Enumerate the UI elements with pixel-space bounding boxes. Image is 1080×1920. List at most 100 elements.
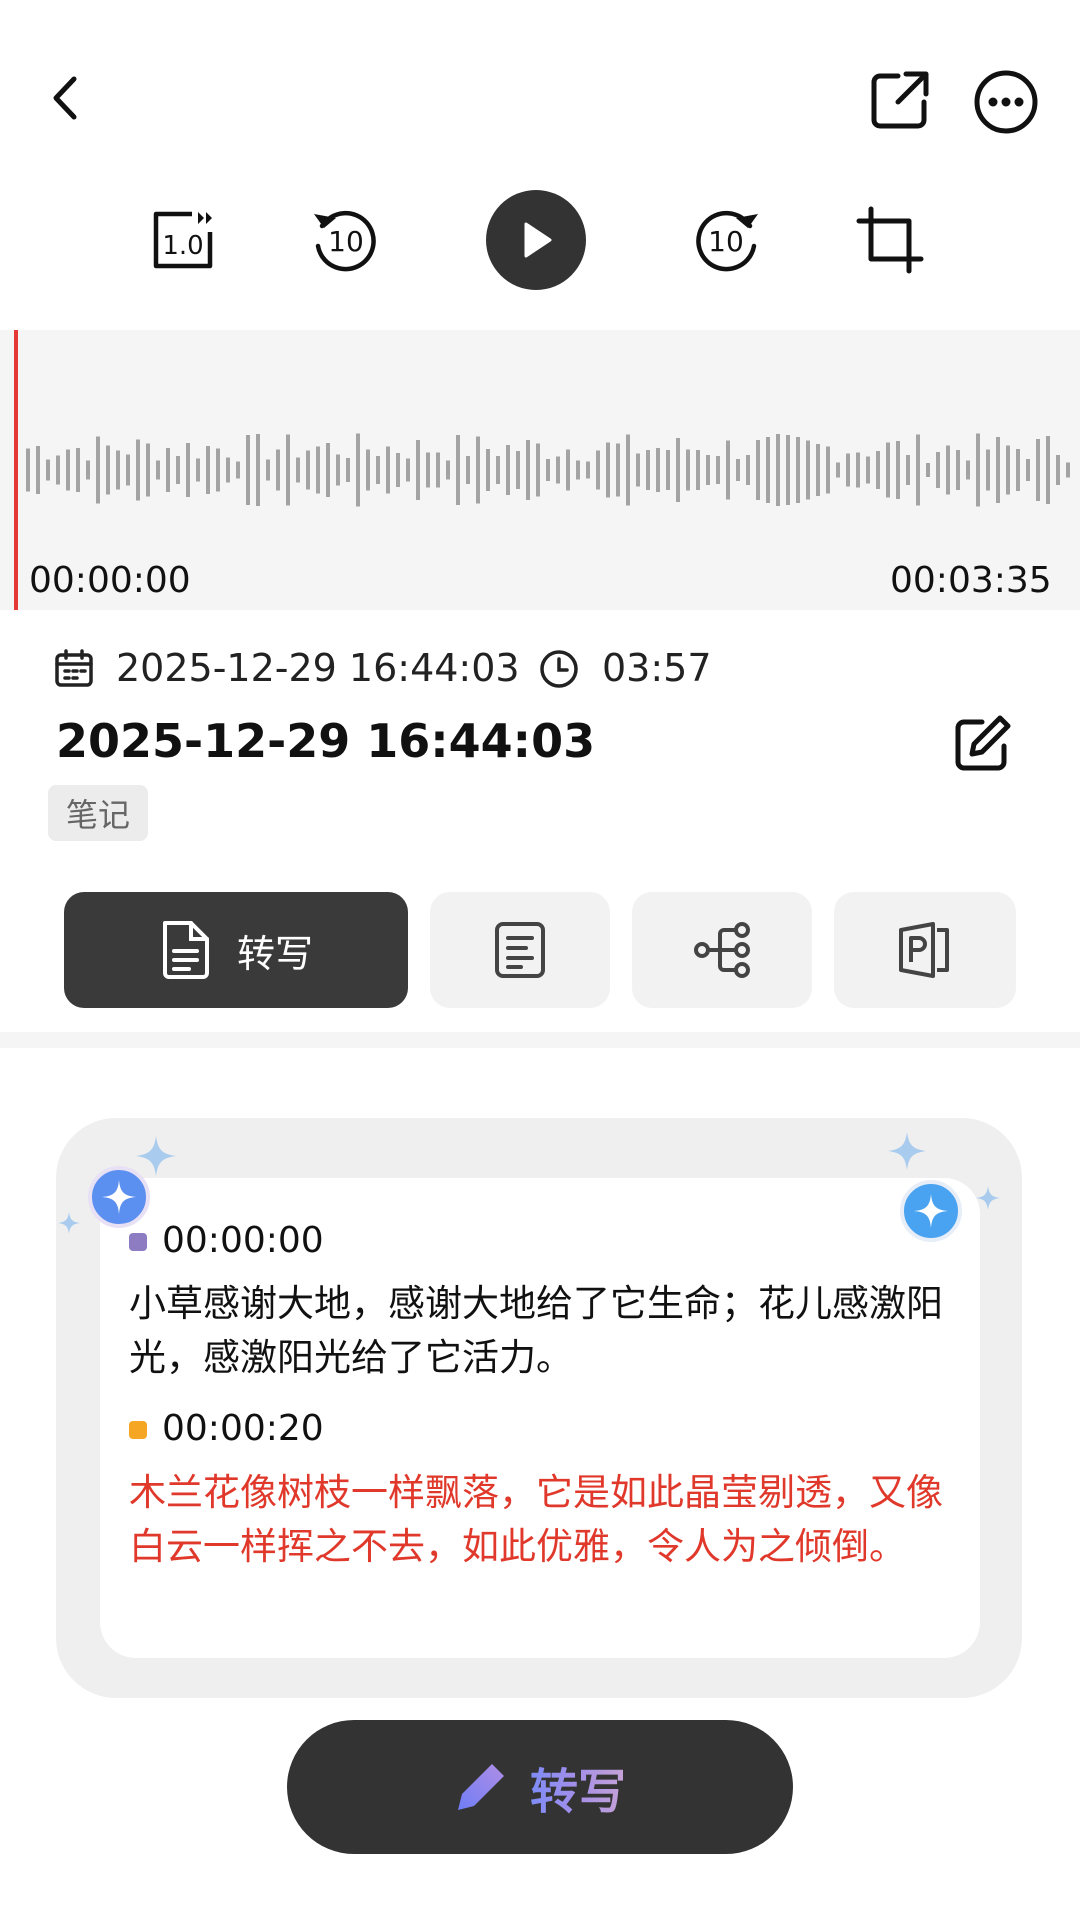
- forward-icon: 10: [696, 210, 758, 272]
- waveform-bar: [886, 442, 890, 498]
- waveform-bar: [416, 440, 420, 500]
- ai-badge-icon: [900, 1180, 962, 1242]
- waveform-bar: [256, 434, 260, 506]
- waveform-bar: [266, 459, 270, 481]
- waveform-bar: [1006, 445, 1010, 495]
- waveform-bar: [836, 462, 840, 478]
- play-icon: [524, 222, 552, 258]
- waveform-bar: [476, 436, 480, 504]
- crop-icon: [856, 206, 924, 274]
- waveform-bar: [196, 458, 200, 482]
- segment-time[interactable]: 00:00:20: [162, 1408, 324, 1449]
- segment-time[interactable]: 00:00:00: [162, 1220, 324, 1261]
- waveform-bar: [896, 441, 900, 499]
- waveform-bar: [376, 456, 380, 484]
- waveform-bar: [246, 435, 250, 505]
- waveform-bar: [436, 452, 440, 488]
- waveform-bar: [646, 450, 650, 490]
- waveform-bar: [156, 460, 160, 480]
- tab-summary[interactable]: [430, 892, 610, 1008]
- transcribe-button[interactable]: 转写: [287, 1720, 793, 1854]
- ai-badge-icon: [88, 1166, 150, 1228]
- rewind-10-button[interactable]: 10: [306, 202, 382, 278]
- waveform-bar: [326, 443, 330, 497]
- playhead[interactable]: [14, 330, 18, 610]
- waveform-bar: [336, 454, 340, 486]
- waveform-bar: [46, 459, 50, 481]
- record-datetime: 2025-12-29 16:44:03: [116, 646, 520, 690]
- waveform-bar: [906, 455, 910, 485]
- waveform-bar: [506, 445, 510, 495]
- time-end: 00:03:35: [890, 560, 1052, 601]
- rewind-label: 10: [328, 225, 364, 258]
- waveform-bar: [966, 460, 970, 480]
- waveform-bar: [486, 449, 490, 491]
- waveform-bar: [536, 443, 540, 497]
- tag-badge[interactable]: 笔记: [48, 785, 149, 841]
- waveform-bar: [116, 450, 120, 490]
- more-icon: [974, 70, 1038, 134]
- sparkle-icon: [888, 1132, 926, 1170]
- mindmap-icon: [694, 922, 750, 978]
- waveform-bar: [406, 458, 410, 482]
- back-button[interactable]: [36, 62, 96, 134]
- speaker-bullet: [129, 1233, 147, 1251]
- waveform-bar: [696, 450, 700, 490]
- waveform-bar: [456, 435, 460, 505]
- rewind-icon: 10: [314, 210, 376, 272]
- clock-icon: [540, 650, 578, 688]
- waveform-bar: [1016, 449, 1020, 491]
- waveform-bar: [146, 443, 150, 497]
- waveform-bar: [586, 461, 590, 479]
- time-start: 00:00:00: [29, 560, 191, 601]
- pencil-icon: [457, 1764, 504, 1810]
- waveform-bar: [176, 456, 180, 484]
- sparkle-icon: [976, 1186, 1000, 1210]
- waveform-bar: [1046, 436, 1050, 504]
- speed-button[interactable]: 1.0: [148, 206, 220, 274]
- waveform-bar: [996, 437, 1000, 503]
- tab-transcribe-label: 转写: [236, 931, 313, 976]
- waveform-bar: [656, 448, 660, 492]
- waveform-bar: [746, 455, 750, 485]
- waveform-bar: [316, 446, 320, 494]
- waveform-bar: [36, 446, 40, 494]
- waveform-bar: [526, 440, 530, 500]
- tab-transcribe[interactable]: 转写: [64, 892, 408, 1008]
- tab-ppt[interactable]: [834, 892, 1016, 1008]
- waveform-bar: [546, 459, 550, 481]
- waveform-bar: [756, 440, 760, 500]
- sparkle-icon: [58, 1212, 80, 1234]
- waveform-bar: [276, 449, 280, 491]
- waveform-bar: [596, 450, 600, 490]
- waveform-bar: [356, 433, 360, 507]
- waveform-bar: [1036, 439, 1040, 501]
- waveform-bar: [736, 459, 740, 481]
- waveform-bar: [686, 449, 690, 491]
- more-button[interactable]: [968, 64, 1044, 140]
- forward-10-button[interactable]: 10: [690, 202, 766, 278]
- waveform: [26, 433, 1070, 507]
- forward-label: 10: [708, 225, 744, 258]
- speaker-bullet: [129, 1421, 147, 1439]
- waveform-bar: [976, 433, 980, 507]
- waveform-bar: [56, 455, 60, 485]
- waveform-bar: [26, 448, 30, 492]
- share-button[interactable]: [862, 64, 938, 136]
- waveform-bar: [166, 448, 170, 492]
- play-button[interactable]: [486, 190, 586, 290]
- waveform-bar: [386, 446, 390, 494]
- waveform-bar: [306, 450, 310, 490]
- waveform-bar: [1056, 455, 1060, 485]
- record-title: 2025-12-29 16:44:03: [56, 714, 596, 768]
- crop-button[interactable]: [854, 204, 926, 276]
- waveform-bar: [206, 446, 210, 494]
- waveform-bar: [236, 461, 240, 479]
- summary-icon: [495, 922, 545, 978]
- tab-mindmap[interactable]: [632, 892, 812, 1008]
- waveform-bar: [516, 451, 520, 489]
- edit-title-button[interactable]: [950, 712, 1014, 776]
- waveform-bar: [126, 454, 130, 486]
- waveform-bar: [96, 436, 100, 504]
- waveform-bar: [666, 450, 670, 490]
